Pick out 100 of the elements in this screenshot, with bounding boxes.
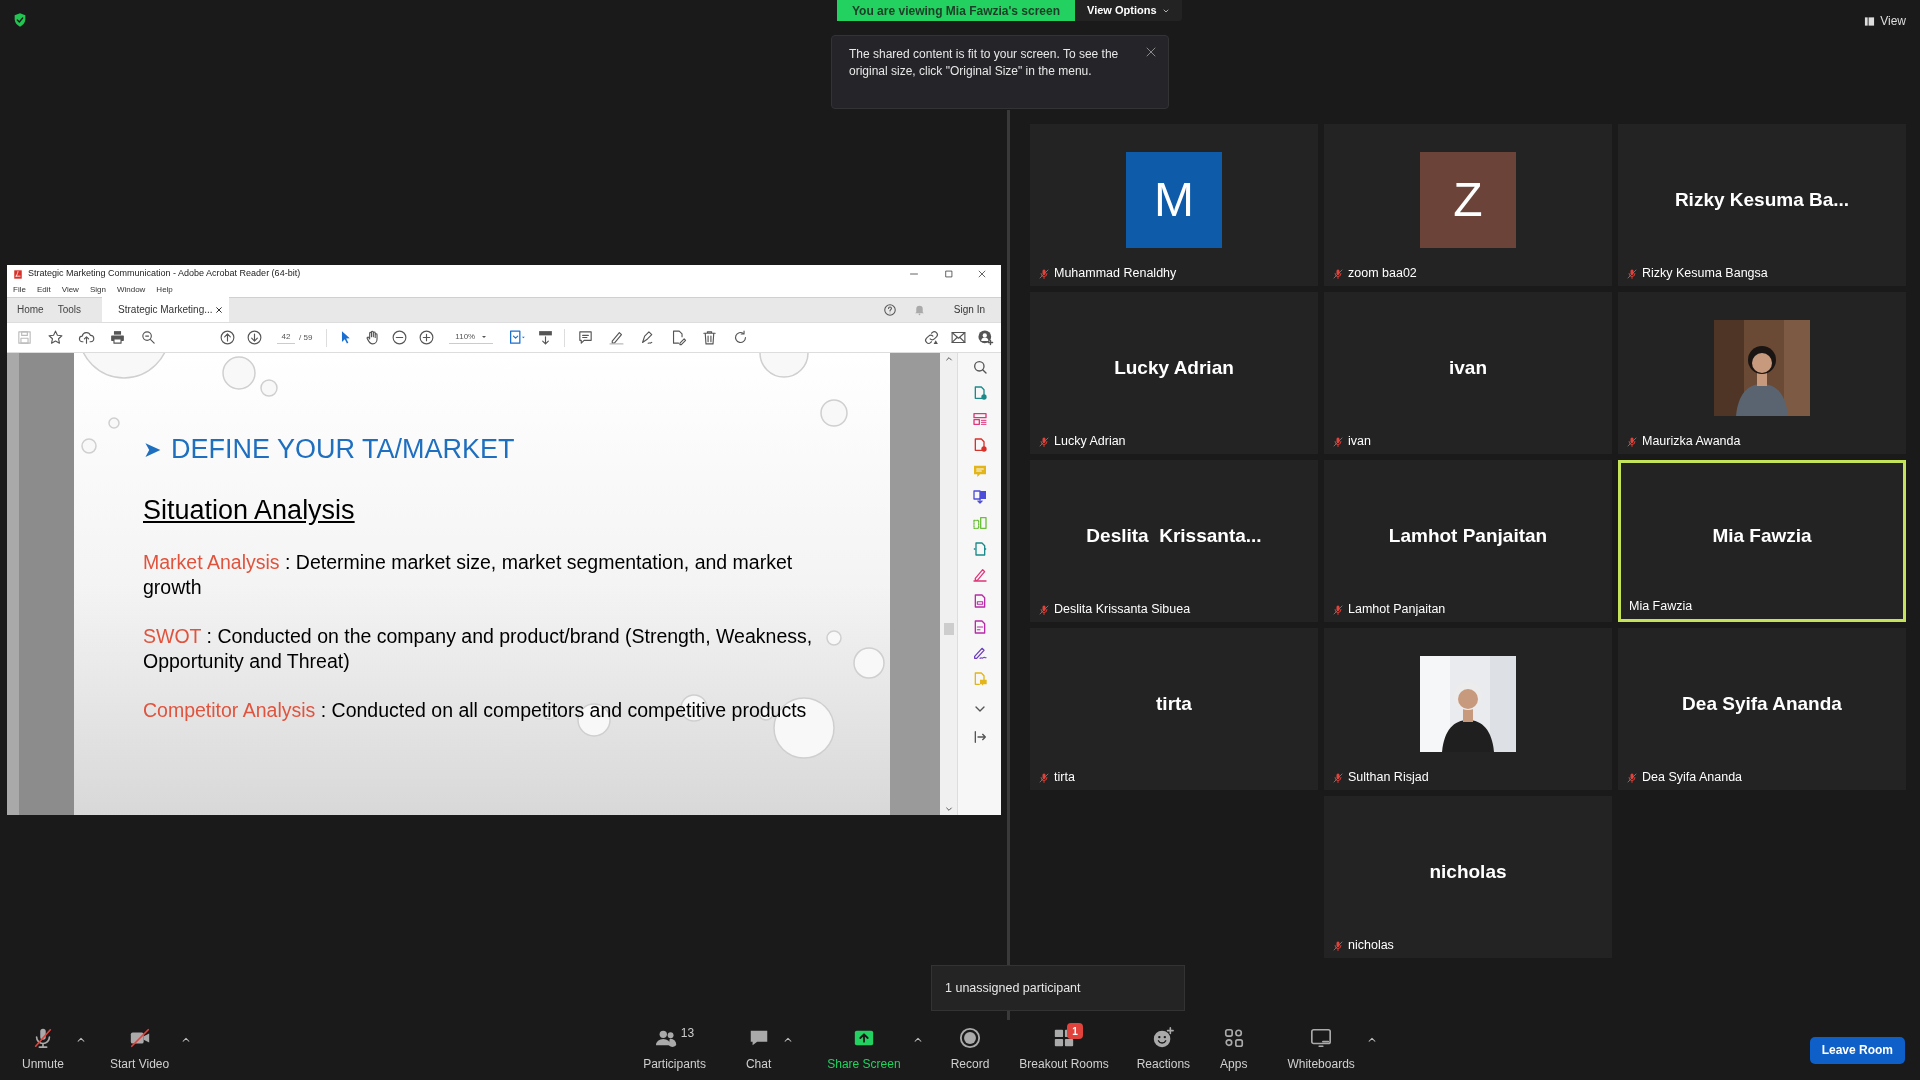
tooltip-text: The shared content is fit to your screen. To see the original size, click "Original Size" in the menu. <box>849 46 1120 80</box>
caret-up-icon[interactable] <box>1366 1035 1377 1045</box>
participant-name: Deslita Krissanta... <box>1086 523 1262 548</box>
star-icon[interactable] <box>47 329 64 346</box>
caret-up-icon[interactable] <box>181 1035 192 1045</box>
page-count: / 59 <box>299 331 313 344</box>
toolbar-button[interactable]: Whiteboards <box>1287 1027 1355 1073</box>
arrow-down-circle-icon[interactable] <box>246 329 263 346</box>
document-compress-icon[interactable] <box>971 541 988 557</box>
zoom-dropdown[interactable]: 110% <box>449 331 494 344</box>
participant-label: nicholas <box>1348 937 1394 955</box>
apps-icon <box>1222 1027 1245 1049</box>
view-options-button[interactable]: View Options <box>1075 0 1182 21</box>
zoom-in-icon[interactable] <box>418 329 436 346</box>
delete-icon[interactable] <box>701 329 719 346</box>
scroll-thumb[interactable] <box>943 623 954 635</box>
menu-item[interactable]: Sign <box>89 284 106 296</box>
slide-paragraph: Market Analysis : Determine market size, market segmentation, and market growth <box>143 550 794 600</box>
participant-label: Dea Syifa Ananda <box>1642 769 1743 787</box>
caret-up-icon[interactable] <box>912 1035 923 1045</box>
toolbar-button[interactable]: 13 Participants <box>643 1027 706 1073</box>
slide-heading: DEFINE YOUR TA/MARKET <box>171 433 515 466</box>
menu-item[interactable]: Window <box>116 284 146 296</box>
maximize-icon[interactable] <box>942 267 956 281</box>
participant-name: ivan <box>1449 355 1487 380</box>
comment-icon[interactable] <box>577 329 595 346</box>
page-number-field[interactable]: 42 <box>277 331 295 344</box>
toolbar-button[interactable]: Apps <box>1220 1027 1248 1073</box>
notification-badge: 1 <box>1067 1023 1083 1039</box>
participant-name: nicholas <box>1429 859 1507 884</box>
muted-mic-icon <box>32 1027 54 1049</box>
participant-label: tirta <box>1054 769 1075 787</box>
leave-room-button[interactable]: Leave Room <box>1809 1036 1905 1064</box>
menu-item[interactable]: File <box>13 284 26 296</box>
document-download-icon[interactable] <box>971 489 988 505</box>
search-icon[interactable] <box>140 329 157 346</box>
toolbar-button[interactable]: Start Video <box>110 1027 170 1073</box>
participant-name: Dea Syifa Ananda <box>1682 691 1842 716</box>
slide-subheading: Situation Analysis <box>143 493 355 527</box>
participant-label: Lucky Adrian <box>1054 433 1126 451</box>
link-icon[interactable] <box>923 329 940 346</box>
print-icon[interactable] <box>109 329 126 346</box>
user-add-icon[interactable] <box>977 329 994 346</box>
toolbar-button[interactable]: Unmute <box>22 1027 65 1073</box>
participant-label: Lamhot Panjaitan <box>1348 601 1446 619</box>
toolbar-button[interactable]: Record <box>950 1027 990 1073</box>
participant-label: zoom baa02 <box>1348 265 1417 283</box>
tab[interactable]: Tools <box>50 297 89 322</box>
caret-up-icon[interactable] <box>783 1035 794 1045</box>
participant-label: Rizky Kesuma Bangsa <box>1642 265 1768 283</box>
scroll-down-icon[interactable] <box>944 805 953 813</box>
menu-item[interactable]: Edit <box>36 284 51 296</box>
participant-label: Mia Fawzia <box>1629 598 1693 616</box>
tooltip-text: 1 unassigned participant <box>945 979 1081 997</box>
participant-label: ivan <box>1348 433 1371 451</box>
document-pen-icon[interactable] <box>670 329 688 346</box>
layout-icon[interactable] <box>971 411 988 427</box>
participant-name: Rizky Kesuma Ba... <box>1674 187 1850 212</box>
pen-icon[interactable] <box>971 567 988 583</box>
close-icon[interactable] <box>214 306 223 314</box>
toolbar-button[interactable]: Share Screen <box>827 1027 901 1073</box>
window-title: Strategic Marketing Communication - Adobe Acrobat Reader (64-bit) <box>28 267 302 281</box>
tab[interactable]: Home <box>10 297 51 322</box>
tab[interactable]: Strategic Marketing... <box>102 297 229 322</box>
video-off-icon <box>128 1027 151 1049</box>
view-layout-icon <box>1864 15 1876 27</box>
slide-paragraph: SWOT : Conducted on the company and product/brand (Strength, Weakness, Opportunity and Threat) <box>143 624 814 674</box>
participant-name: Lamhot Panjaitan <box>1388 523 1548 548</box>
participant-name: Lucky Adrian <box>1114 355 1234 380</box>
slide-paragraph: Competitor Analysis : Conducted on all competitors and competitive products <box>143 698 808 723</box>
bullet-arrow: ➤ <box>143 435 161 464</box>
participant-label: Deslita Krissanta Sibuea <box>1054 601 1191 619</box>
toolbar-button[interactable]: Chat <box>745 1027 772 1073</box>
participant-label: Maurizka Awanda <box>1642 433 1741 451</box>
participant-count: 13 <box>680 1025 695 1042</box>
menu-item[interactable]: Help <box>156 284 173 296</box>
view-button[interactable]: View <box>1864 12 1906 30</box>
record-icon <box>959 1027 981 1049</box>
arrow-up-circle-icon[interactable] <box>219 329 236 346</box>
zoom-out-icon[interactable] <box>391 329 409 346</box>
help-icon[interactable] <box>882 302 897 317</box>
smiley-plus-icon <box>1152 1027 1175 1049</box>
highlighter-icon[interactable] <box>608 329 626 346</box>
caret-up-icon[interactable] <box>76 1035 87 1045</box>
menu-item[interactable]: View <box>61 284 79 296</box>
cloud-upload-icon[interactable] <box>78 329 95 346</box>
avatar: M <box>1126 152 1222 248</box>
signature-icon[interactable] <box>971 645 988 661</box>
caret-icon <box>481 334 488 340</box>
zoom-icon[interactable] <box>971 359 988 375</box>
sign-in-button[interactable]: Sign In <box>953 302 985 317</box>
scroll-up-icon[interactable] <box>944 355 953 363</box>
ruler-arrow-icon[interactable] <box>537 329 555 346</box>
pdf-icon <box>13 268 23 280</box>
participant-name: Mia Fawzia <box>1712 523 1812 548</box>
toolbar-button[interactable]: Reactions <box>1136 1027 1191 1073</box>
participant-label: Sulthan Risjad <box>1348 769 1429 787</box>
mail-icon[interactable] <box>950 329 967 346</box>
shield-icon <box>12 11 28 29</box>
avatar: Z <box>1420 152 1516 248</box>
